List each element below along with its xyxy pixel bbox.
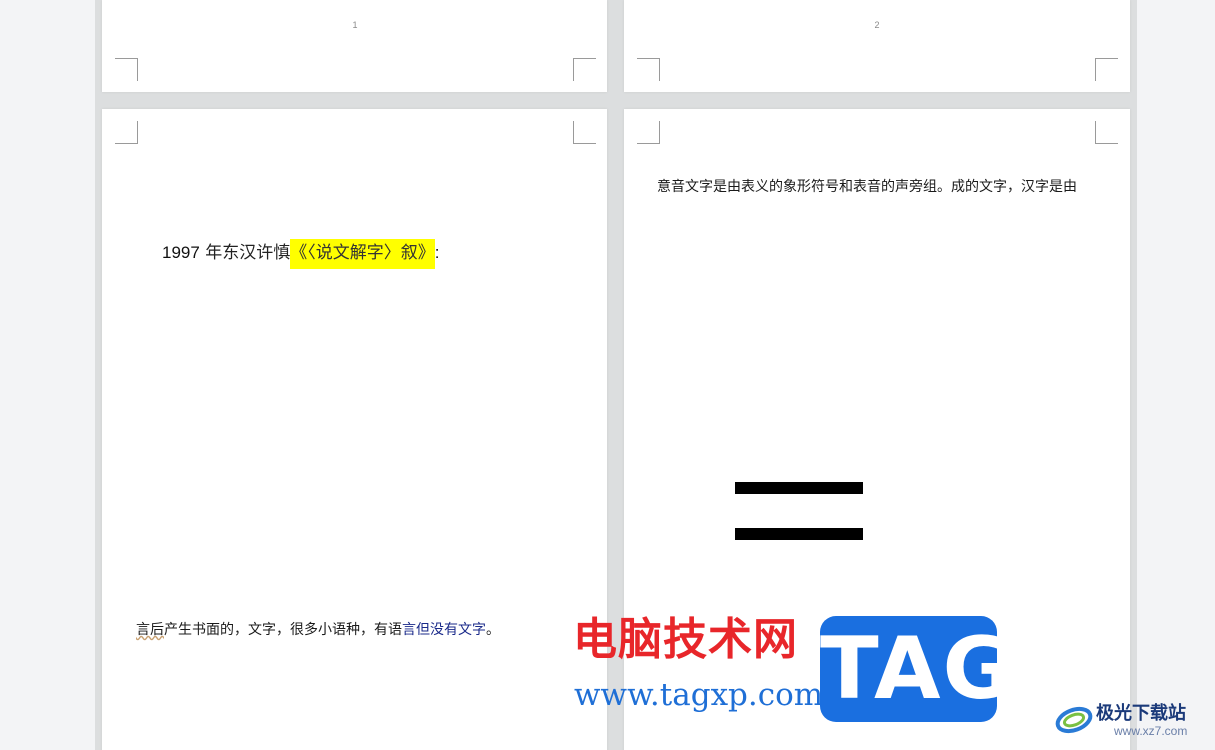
crop-mark-icon xyxy=(115,58,138,81)
watermark-site-url: www.xz7.com xyxy=(1114,724,1188,738)
body-line[interactable]: 言后产生书面的，文字，很多小语种，有语言但没有文字。 xyxy=(136,619,500,639)
equals-bar-bottom[interactable] xyxy=(735,528,863,540)
watermark-tag-badge: TAG xyxy=(820,616,1013,722)
watermark-logo: 极光下载站 www.xz7.com xyxy=(1052,694,1212,748)
spellcheck-word[interactable]: 言后 xyxy=(136,622,164,638)
crop-mark-icon xyxy=(637,58,660,81)
page-1[interactable]: 1 xyxy=(102,0,607,92)
page-2[interactable]: 2 xyxy=(624,0,1130,92)
swirl-logo-icon xyxy=(1055,706,1093,734)
crop-mark-icon xyxy=(1095,121,1118,144)
document-canvas: 1 2 1997 年东汉许慎《〈说文解字〉叙》: 言后产生书面的，文字，很多小语… xyxy=(0,0,1215,750)
body-text-end: 。 xyxy=(486,622,500,638)
crop-mark-icon xyxy=(573,58,596,81)
heading-line[interactable]: 1997 年东汉许慎《〈说文解字〉叙》: xyxy=(162,238,440,269)
crop-mark-icon xyxy=(637,121,660,144)
watermark-brand: 电脑技术网 xyxy=(573,614,798,665)
page-3[interactable]: 1997 年东汉许慎《〈说文解字〉叙》: 言后产生书面的，文字，很多小语种，有语… xyxy=(102,109,607,750)
highlighted-title[interactable]: 《〈说文解字〉叙》 xyxy=(290,239,435,269)
body-text: 产生书面的，文字，很多小语种，有语 xyxy=(164,622,402,638)
page-number: 1 xyxy=(352,20,358,30)
body-line[interactable]: 意音文字是由表义的象形符号和表音的声旁组。成的文字，汉字是由 xyxy=(657,176,1077,196)
equals-bar-top[interactable] xyxy=(735,482,863,494)
crop-mark-icon xyxy=(1095,58,1118,81)
crop-mark-icon xyxy=(115,121,138,144)
watermark-url: www.tagxp.com xyxy=(574,677,824,713)
year-text: 1997 xyxy=(162,243,200,262)
colon-text: : xyxy=(434,243,440,262)
page-number: 2 xyxy=(874,20,880,30)
crop-mark-icon xyxy=(573,121,596,144)
author-text: 年东汉许慎 xyxy=(199,243,291,263)
watermark-site-name: 极光下载站 xyxy=(1096,703,1186,724)
body-text-blue: 言但没有文字 xyxy=(402,622,486,638)
